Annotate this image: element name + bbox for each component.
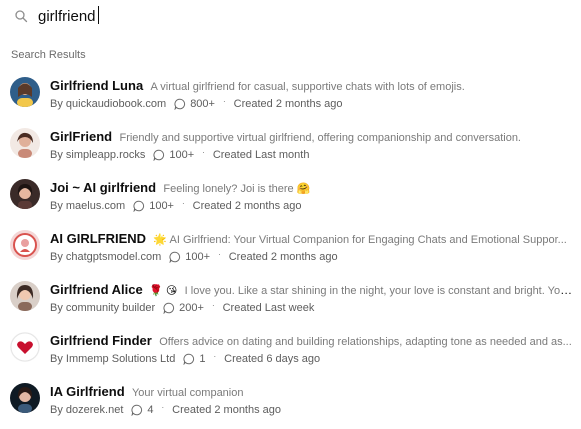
result-description: Feeling lonely? Joi is there 🤗 [163,183,311,195]
result-author: By simpleapp.rocks [50,149,146,161]
chat-bubble-icon [183,353,195,366]
result-author: By dozerek.net [50,404,124,416]
result-created: Created 2 months ago [172,404,282,416]
result-chat-count: 200+ [179,302,204,314]
result-row[interactable]: Girlfriend Luna A virtual girlfriend for… [0,72,581,123]
result-name: AI GIRLFRIEND [50,231,147,246]
result-created: Created 2 months ago [228,251,338,263]
result-created: Created 6 days ago [224,353,321,365]
chat-bubble-icon [169,251,181,264]
text-caret [98,6,99,24]
avatar [10,332,40,362]
result-description: A virtual girlfriend for casual, support… [150,81,465,93]
result-name: Girlfriend Luna [50,78,144,93]
result-name: GirlFriend [50,129,113,144]
result-author: By quickaudiobook.com [50,98,167,110]
search-icon [14,9,28,23]
chat-bubble-icon [131,404,143,417]
result-chat-count: 1 [199,353,206,365]
separator-dot: · [211,300,215,310]
result-created: Created Last week [222,302,315,314]
separator-dot: · [181,198,185,208]
avatar [10,383,40,413]
result-row[interactable]: Girlfriend Finder Offers advice on datin… [0,327,581,378]
result-description: I love you. Like a star shining in the n… [184,285,577,297]
separator-dot: · [213,351,217,361]
avatar [10,128,40,158]
chat-bubble-icon [133,200,145,213]
chat-bubble-icon [174,98,186,111]
result-row[interactable]: Joi ~ AI girlfriend Feeling lonely? Joi … [0,174,581,225]
name-emojis: 🌹 😘 [149,285,178,297]
result-description: Friendly and supportive virtual girlfrie… [119,132,521,144]
result-description: Offers advice on dating and building rel… [159,336,572,348]
search-results-heading: Search Results [11,49,86,61]
search-input[interactable] [38,4,558,28]
result-name: Girlfriend Finder [50,333,152,348]
result-author: By Immemp Solutions Ltd [50,353,176,365]
separator-dot: · [222,96,226,106]
result-row[interactable]: IA Girlfriend Your virtual companion By … [0,378,581,429]
separator-dot: · [218,249,221,259]
avatar [10,77,40,107]
avatar [10,281,40,311]
chat-bubble-icon [163,302,175,315]
result-name: Joi ~ AI girlfriend [50,180,157,195]
result-created: Created 2 months ago [192,200,302,212]
chat-bubble-icon [153,149,165,162]
result-chat-count: 100+ [149,200,174,212]
result-row[interactable]: Girlfriend Alice 🌹 😘 I love you. Like a … [0,276,581,327]
result-author: By chatgptsmodel.com [50,251,162,263]
result-created: Created Last month [212,149,310,161]
result-description: 🌟 AI Girlfriend: Your Virtual Companion … [153,234,567,246]
result-created: Created 2 months ago [233,98,343,110]
separator-dot: · [202,147,205,157]
result-chat-count: 100+ [185,251,211,263]
result-author: By community builder [50,302,156,314]
result-name: IA Girlfriend [50,384,125,399]
result-chat-count: 100+ [169,149,195,161]
separator-dot: · [161,402,165,412]
result-author: By maelus.com [50,200,126,212]
avatar [10,179,40,209]
avatar [10,230,40,260]
result-row[interactable]: AI GIRLFRIEND 🌟 AI Girlfriend: Your Virt… [0,225,581,276]
search-bar [0,0,581,34]
results-list: Girlfriend Luna A virtual girlfriend for… [0,72,581,429]
result-chat-count: 4 [147,404,154,416]
result-chat-count: 800+ [190,98,215,110]
result-description: Your virtual companion [131,387,244,399]
result-row[interactable]: GirlFriend Friendly and supportive virtu… [0,123,581,174]
result-name: Girlfriend Alice [50,282,143,297]
